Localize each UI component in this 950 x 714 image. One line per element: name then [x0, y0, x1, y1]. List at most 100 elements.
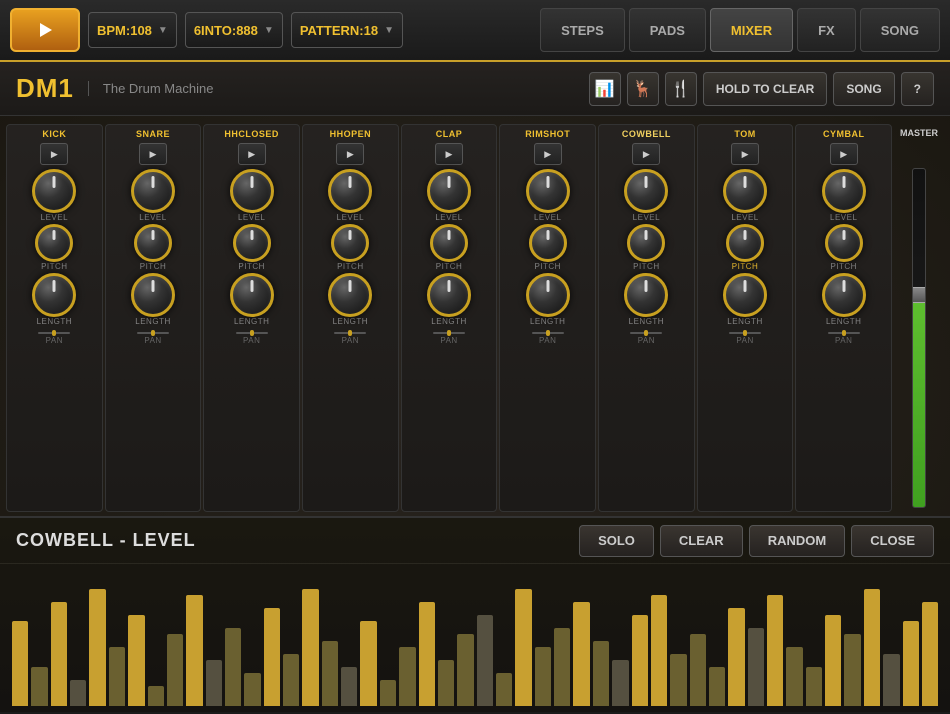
pan-slider-8[interactable] — [828, 332, 860, 334]
pitch-knob-2[interactable] — [233, 224, 271, 262]
bar-item[interactable] — [806, 667, 822, 706]
bar-item[interactable] — [167, 634, 183, 706]
fork-icon[interactable]: 🍴 — [665, 72, 697, 106]
level-knob-3[interactable] — [328, 169, 372, 213]
tab-mixer[interactable]: MIXER — [710, 8, 793, 52]
tab-fx[interactable]: FX — [797, 8, 856, 52]
solo-button[interactable]: SOLO — [579, 525, 654, 557]
play-mini-0[interactable]: ▶ — [40, 143, 68, 165]
play-mini-3[interactable]: ▶ — [336, 143, 364, 165]
pitch-knob-5[interactable] — [529, 224, 567, 262]
chart-icon[interactable]: 📊 — [589, 72, 621, 106]
length-knob-2[interactable] — [230, 273, 274, 317]
bar-item[interactable] — [709, 667, 725, 706]
bar-item[interactable] — [399, 647, 415, 706]
length-knob-1[interactable] — [131, 273, 175, 317]
pattern-dropdown[interactable]: PATTERN:18 ▼ — [291, 12, 403, 48]
bar-item[interactable] — [535, 647, 551, 706]
level-knob-1[interactable] — [131, 169, 175, 213]
bar-item[interactable] — [632, 615, 648, 706]
bar-item[interactable] — [825, 615, 841, 706]
bar-item[interactable] — [554, 628, 570, 706]
deer-icon[interactable]: 🦌 — [627, 72, 659, 106]
bar-item[interactable] — [903, 621, 919, 706]
bar-item[interactable] — [612, 660, 628, 706]
bar-item[interactable] — [264, 608, 280, 706]
bar-item[interactable] — [244, 673, 260, 706]
bar-item[interactable] — [786, 647, 802, 706]
pan-slider-5[interactable] — [532, 332, 564, 334]
level-knob-8[interactable] — [822, 169, 866, 213]
pitch-knob-7[interactable] — [726, 224, 764, 262]
tab-steps[interactable]: STEPS — [540, 8, 625, 52]
bar-item[interactable] — [109, 647, 125, 706]
tab-pads[interactable]: PADS — [629, 8, 706, 52]
pan-slider-1[interactable] — [137, 332, 169, 334]
length-knob-5[interactable] — [526, 273, 570, 317]
pan-slider-2[interactable] — [236, 332, 268, 334]
bar-item[interactable] — [322, 641, 338, 706]
bar-item[interactable] — [651, 595, 667, 706]
time-dropdown[interactable]: 6INTO:888 ▼ — [185, 12, 283, 48]
tab-song[interactable]: SONG — [860, 8, 940, 52]
bar-item[interactable] — [148, 686, 164, 706]
bar-item[interactable] — [728, 608, 744, 706]
level-knob-2[interactable] — [230, 169, 274, 213]
bar-item[interactable] — [128, 615, 144, 706]
pitch-knob-1[interactable] — [134, 224, 172, 262]
bar-item[interactable] — [690, 634, 706, 706]
bar-item[interactable] — [457, 634, 473, 706]
close-button[interactable]: CLOSE — [851, 525, 934, 557]
pan-slider-7[interactable] — [729, 332, 761, 334]
master-fader-handle[interactable] — [912, 287, 926, 303]
bar-item[interactable] — [341, 667, 357, 706]
length-knob-7[interactable] — [723, 273, 767, 317]
bar-item[interactable] — [515, 589, 531, 706]
bar-item[interactable] — [51, 602, 67, 706]
bar-item[interactable] — [89, 589, 105, 706]
bar-item[interactable] — [767, 595, 783, 706]
level-knob-0[interactable] — [32, 169, 76, 213]
master-fader[interactable] — [907, 146, 931, 508]
pitch-knob-3[interactable] — [331, 224, 369, 262]
random-button[interactable]: RANDOM — [749, 525, 846, 557]
bar-item[interactable] — [748, 628, 764, 706]
bar-item[interactable] — [477, 615, 493, 706]
bar-item[interactable] — [360, 621, 376, 706]
clear-button[interactable]: CLEAR — [660, 525, 743, 557]
level-knob-7[interactable] — [723, 169, 767, 213]
play-mini-5[interactable]: ▶ — [534, 143, 562, 165]
bar-item[interactable] — [31, 667, 47, 706]
play-mini-1[interactable]: ▶ — [139, 143, 167, 165]
pan-slider-6[interactable] — [630, 332, 662, 334]
hold-to-clear-button[interactable]: HOLD TO CLEAR — [703, 72, 827, 106]
bar-item[interactable] — [573, 602, 589, 706]
level-knob-5[interactable] — [526, 169, 570, 213]
level-knob-4[interactable] — [427, 169, 471, 213]
length-knob-6[interactable] — [624, 273, 668, 317]
play-mini-7[interactable]: ▶ — [731, 143, 759, 165]
pan-slider-3[interactable] — [334, 332, 366, 334]
bar-item[interactable] — [844, 634, 860, 706]
bar-item[interactable] — [883, 654, 899, 706]
bar-item[interactable] — [12, 621, 28, 706]
bar-item[interactable] — [496, 673, 512, 706]
play-mini-8[interactable]: ▶ — [830, 143, 858, 165]
length-knob-3[interactable] — [328, 273, 372, 317]
pitch-knob-0[interactable] — [35, 224, 73, 262]
bar-item[interactable] — [670, 654, 686, 706]
pan-slider-4[interactable] — [433, 332, 465, 334]
bar-item[interactable] — [593, 641, 609, 706]
bar-item[interactable] — [922, 602, 938, 706]
play-mini-2[interactable]: ▶ — [238, 143, 266, 165]
bar-item[interactable] — [864, 589, 880, 706]
level-knob-6[interactable] — [624, 169, 668, 213]
bar-item[interactable] — [380, 680, 396, 706]
song-button[interactable]: SONG — [833, 72, 894, 106]
bar-item[interactable] — [302, 589, 318, 706]
length-knob-0[interactable] — [32, 273, 76, 317]
bar-item[interactable] — [225, 628, 241, 706]
bar-item[interactable] — [438, 660, 454, 706]
bar-item[interactable] — [70, 680, 86, 706]
bar-item[interactable] — [206, 660, 222, 706]
